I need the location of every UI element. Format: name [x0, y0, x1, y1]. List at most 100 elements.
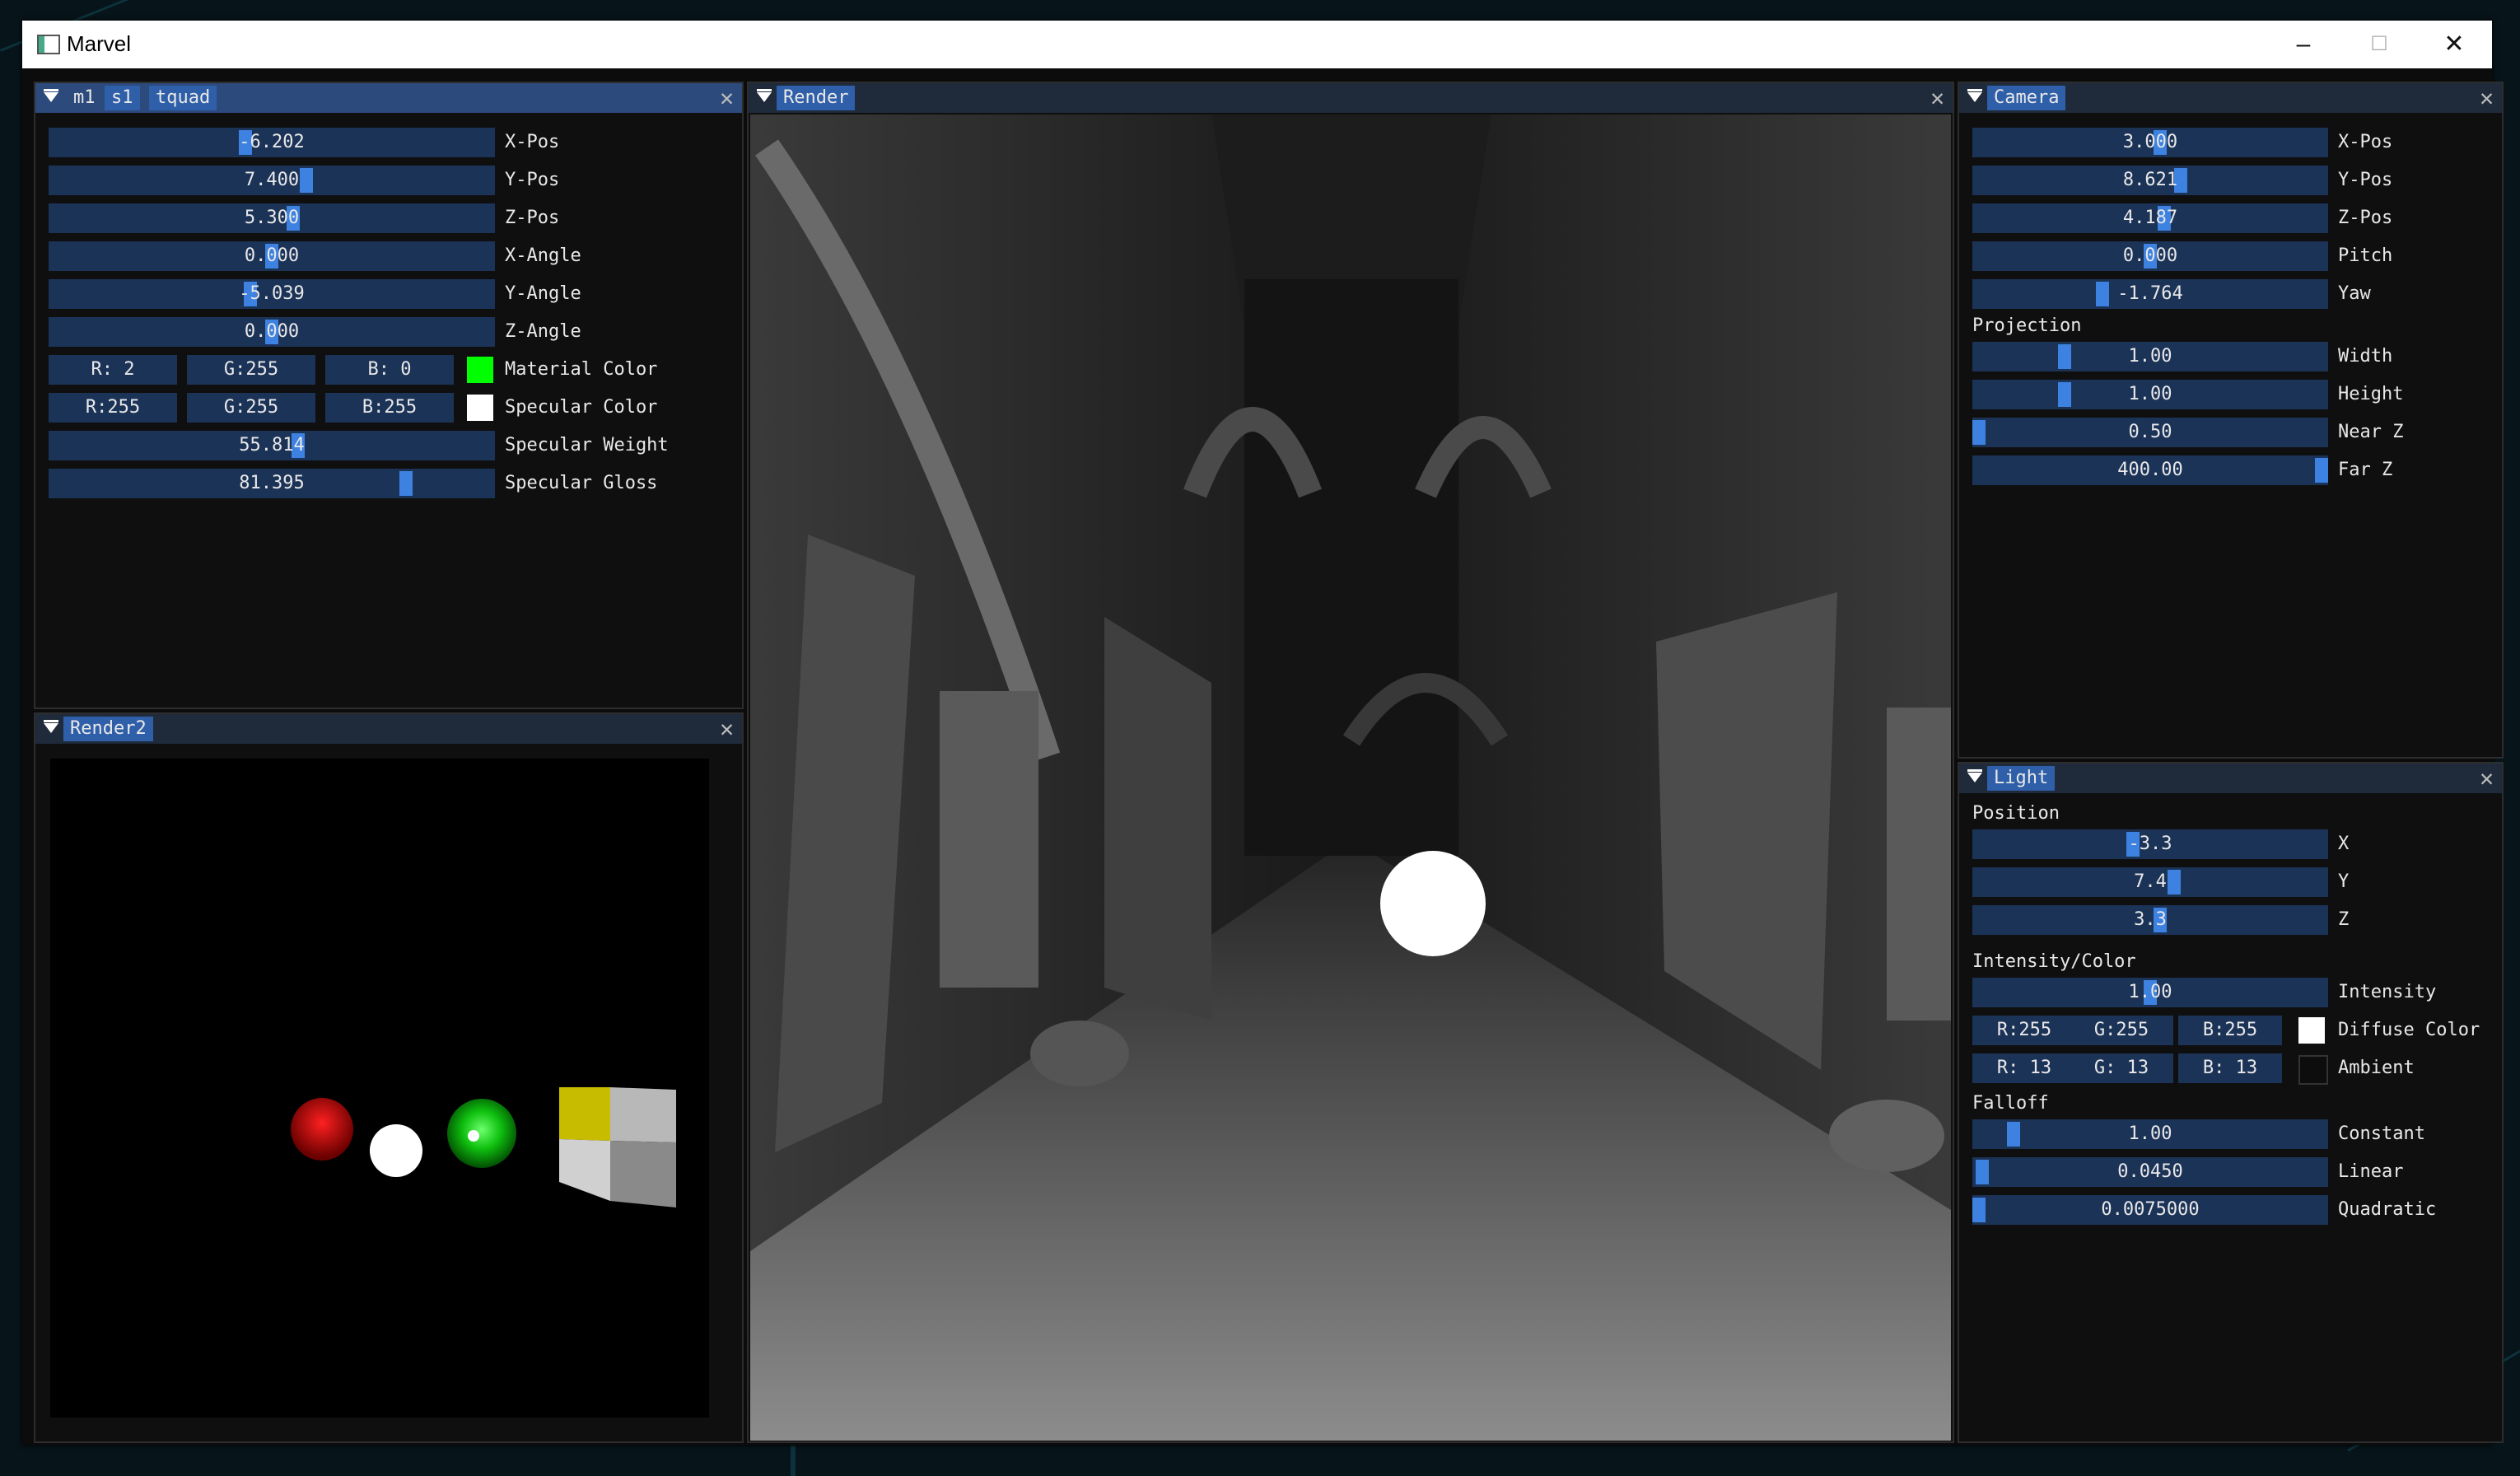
diffuse-color-g-field[interactable]: G:255 — [2070, 1016, 2173, 1045]
ambient-color-swatch[interactable] — [2298, 1055, 2328, 1085]
light-position-z-label: Z — [2338, 909, 2350, 930]
camera-x-pos-slider[interactable]: 3.000 — [1972, 128, 2328, 157]
projection-height-value: 1.00 — [2128, 384, 2172, 404]
tab-render[interactable]: Render — [777, 86, 856, 110]
camera-yaw-slider-grab[interactable] — [2096, 282, 2109, 306]
minimize-button[interactable]: – — [2266, 21, 2341, 68]
specular-gloss-slider-grab[interactable] — [399, 471, 413, 496]
falloff-linear-slider-grab[interactable] — [1976, 1160, 1989, 1184]
close-icon[interactable]: ✕ — [1930, 85, 1944, 111]
collapse-arrow-icon[interactable] — [44, 89, 58, 102]
material-z-angle-slider[interactable]: 0.000 — [49, 317, 495, 347]
projection-far-z-slider[interactable]: 400.00 — [1972, 455, 2328, 485]
collapse-arrow-icon[interactable] — [757, 89, 772, 102]
ambient-color-row: R: 13 G: 13 B: 13 Ambient — [1959, 1053, 2502, 1085]
falloff-quadratic-slider[interactable]: 0.0075000 — [1972, 1195, 2328, 1225]
close-icon[interactable]: ✕ — [2480, 765, 2494, 792]
light-intensity-slider[interactable]: 1.00 — [1972, 978, 2328, 1007]
material-z-pos-label: Z-Pos — [505, 208, 560, 228]
diffuse-color-swatch[interactable] — [2298, 1017, 2325, 1044]
falloff-constant-slider[interactable]: 1.00 — [1972, 1119, 2328, 1149]
projection-width-slider[interactable]: 1.00 — [1972, 342, 2328, 371]
render2-panel-titlebar[interactable]: Render2 ✕ — [35, 714, 742, 744]
projection-near-z-slider[interactable]: 0.50 — [1972, 418, 2328, 447]
specular-weight-slider[interactable]: 55.814 — [49, 431, 495, 460]
camera-y-pos-row: 8.621 Y-Pos — [1959, 166, 2502, 195]
tab-light[interactable]: Light — [1987, 766, 2056, 791]
client-area: m1 s1 tquad ✕ -6.202 X-Pos 7.400 Y-Pos 5.300… — [22, 68, 2504, 1445]
material-y-pos-slider-grab[interactable] — [300, 168, 313, 193]
camera-z-pos-slider[interactable]: 4.187 — [1972, 203, 2328, 233]
specular-gloss-slider[interactable]: 81.395 — [49, 469, 495, 498]
light-position-z-slider[interactable]: 3.3 — [1972, 905, 2328, 935]
specular-weight-row: 55.814 Specular Weight — [35, 431, 742, 460]
material-x-angle-slider[interactable]: 0.000 — [49, 241, 495, 271]
specular-color-b-field[interactable]: B:255 — [325, 393, 454, 423]
material-color-g-field[interactable]: G:255 — [187, 355, 315, 385]
falloff-quadratic-value: 0.0075000 — [2101, 1199, 2200, 1220]
material-y-angle-row: -5.039 Y-Angle — [35, 279, 742, 309]
camera-x-pos-row: 3.000 X-Pos — [1959, 128, 2502, 157]
light-panel-titlebar[interactable]: Light ✕ — [1959, 764, 2502, 793]
tab-s1[interactable]: s1 — [105, 86, 140, 110]
projection-near-z-slider-grab[interactable] — [1972, 420, 1986, 445]
projection-height-slider-grab[interactable] — [2058, 382, 2071, 407]
specular-color-swatch[interactable] — [467, 395, 493, 421]
white-light-sphere — [370, 1124, 422, 1177]
specular-color-g-field[interactable]: G:255 — [187, 393, 315, 423]
material-panel-titlebar[interactable]: m1 s1 tquad ✕ — [35, 83, 742, 113]
collapse-arrow-icon[interactable] — [1967, 89, 1982, 102]
collapse-arrow-icon[interactable] — [1967, 769, 1982, 782]
ambient-color-b-field[interactable]: B: 13 — [2178, 1053, 2282, 1083]
falloff-quadratic-slider-grab[interactable] — [1972, 1198, 1986, 1222]
close-window-button[interactable]: ✕ — [2416, 21, 2492, 68]
tab-tquad[interactable]: tquad — [149, 86, 217, 110]
title-bar[interactable]: Marvel – ☐ ✕ — [22, 21, 2492, 68]
tab-camera[interactable]: Camera — [1987, 86, 2066, 110]
close-icon[interactable]: ✕ — [2480, 85, 2494, 111]
diffuse-color-r-field[interactable]: R:255 — [1972, 1016, 2076, 1045]
close-icon[interactable]: ✕ — [720, 716, 734, 742]
material-color-swatch[interactable] — [467, 357, 493, 383]
light-position-y-slider[interactable]: 7.4 — [1972, 867, 2328, 897]
projection-far-z-value: 400.00 — [2117, 460, 2183, 480]
ambient-color-r-field[interactable]: R: 13 — [1972, 1053, 2076, 1083]
material-color-b-field[interactable]: B: 0 — [325, 355, 454, 385]
falloff-linear-row: 0.0450 Linear — [1959, 1157, 2502, 1187]
material-color-r-field[interactable]: R: 2 — [49, 355, 177, 385]
camera-y-pos-slider[interactable]: 8.621 — [1972, 166, 2328, 195]
light-position-x-slider[interactable]: -3.3 — [1972, 829, 2328, 859]
tab-render2[interactable]: Render2 — [63, 717, 153, 741]
projection-width-slider-grab[interactable] — [2058, 344, 2071, 369]
material-z-pos-slider[interactable]: 5.300 — [49, 203, 495, 233]
projection-near-z-row: 0.50 Near Z — [1959, 418, 2502, 447]
falloff-constant-slider-grab[interactable] — [2007, 1122, 2020, 1147]
specular-color-r-field[interactable]: R:255 — [49, 393, 177, 423]
projection-height-slider[interactable]: 1.00 — [1972, 380, 2328, 409]
material-x-pos-slider[interactable]: -6.202 — [49, 128, 495, 157]
tab-m1[interactable]: m1 — [67, 86, 102, 110]
material-y-angle-slider[interactable]: -5.039 — [49, 279, 495, 309]
light-position-y-slider-grab[interactable] — [2168, 870, 2181, 894]
render-viewport[interactable] — [750, 114, 1951, 1441]
ambient-color-g-field[interactable]: G: 13 — [2070, 1053, 2173, 1083]
diffuse-color-b-field[interactable]: B:255 — [2178, 1016, 2282, 1045]
material-y-pos-slider[interactable]: 7.400 — [49, 166, 495, 195]
material-y-angle-value: -5.039 — [239, 283, 305, 304]
camera-yaw-slider[interactable]: -1.764 — [1972, 279, 2328, 309]
collapse-arrow-icon[interactable] — [44, 720, 58, 733]
maximize-button[interactable]: ☐ — [2341, 21, 2417, 68]
light-intensity-row: 1.00 Intensity — [1959, 978, 2502, 1007]
close-icon[interactable]: ✕ — [720, 85, 734, 111]
render2-viewport[interactable] — [50, 759, 709, 1418]
light-intensity-label: Intensity — [2338, 982, 2437, 1002]
falloff-linear-label: Linear — [2338, 1161, 2404, 1182]
camera-y-pos-label: Y-Pos — [2338, 170, 2393, 190]
falloff-constant-label: Constant — [2338, 1123, 2425, 1144]
camera-pitch-value: 0.000 — [2122, 245, 2178, 266]
projection-far-z-slider-grab[interactable] — [2315, 458, 2328, 483]
falloff-linear-slider[interactable]: 0.0450 — [1972, 1157, 2328, 1187]
render-panel-titlebar[interactable]: Render ✕ — [749, 83, 1953, 113]
camera-pitch-slider[interactable]: 0.000 — [1972, 241, 2328, 271]
camera-panel-titlebar[interactable]: Camera ✕ — [1959, 83, 2502, 113]
